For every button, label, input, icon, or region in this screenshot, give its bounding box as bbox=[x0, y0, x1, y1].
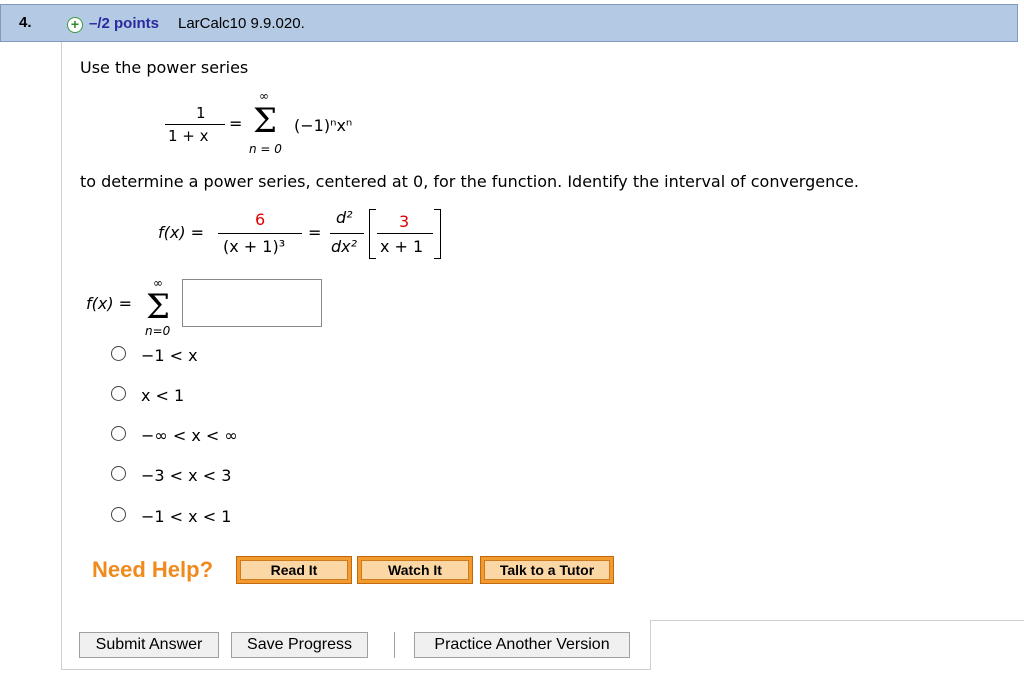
fx-denominator: (x + 1)³ bbox=[223, 237, 286, 256]
deriv-fraction-bar bbox=[330, 233, 364, 234]
submit-answer-button[interactable]: Submit Answer bbox=[79, 632, 219, 658]
option-label-1: −1 < x bbox=[141, 346, 198, 365]
option-radio-4[interactable] bbox=[111, 466, 126, 481]
instruction-text: to determine a power series, centered at… bbox=[80, 172, 859, 191]
option-radio-1[interactable] bbox=[111, 346, 126, 361]
given-denominator: 1 + x bbox=[168, 127, 209, 145]
talk-to-tutor-button[interactable]: Talk to a Tutor bbox=[480, 556, 614, 584]
option-label-3: −∞ < x < ∞ bbox=[141, 426, 238, 445]
fx-numerator: 6 bbox=[255, 210, 266, 229]
content-border-left bbox=[61, 42, 62, 670]
content-border-right bbox=[650, 620, 651, 670]
save-progress-button[interactable]: Save Progress bbox=[231, 632, 368, 658]
intro-text: Use the power series bbox=[80, 58, 249, 77]
content-border-top-right bbox=[650, 620, 1024, 621]
given-equals: = bbox=[229, 114, 243, 133]
option-radio-3[interactable] bbox=[111, 426, 126, 441]
option-radio-2[interactable] bbox=[111, 386, 126, 401]
answer-fx-label: f(x) = bbox=[86, 294, 133, 313]
expand-plus-icon[interactable]: + bbox=[67, 17, 83, 33]
fx-fraction-bar bbox=[218, 233, 302, 234]
option-radio-5[interactable] bbox=[111, 507, 126, 522]
talk-to-tutor-label: Talk to a Tutor bbox=[484, 560, 610, 580]
right-bracket bbox=[434, 209, 441, 259]
inner-fraction-bar bbox=[377, 233, 433, 234]
read-it-button[interactable]: Read It bbox=[236, 556, 352, 584]
answer-sigma-icon: Σ bbox=[146, 287, 171, 327]
answer-sigma-bottom: n=0 bbox=[145, 324, 171, 338]
question-header: 4. + –/2 points LarCalc10 9.9.020. bbox=[0, 4, 1018, 42]
given-sigma-bottom: n = 0 bbox=[249, 142, 282, 156]
watch-it-label: Watch It bbox=[361, 560, 469, 580]
inner-denominator: x + 1 bbox=[380, 237, 424, 256]
deriv-denominator: dx² bbox=[331, 237, 358, 256]
given-numerator: 1 bbox=[196, 104, 206, 122]
points-label: –/2 points bbox=[89, 15, 160, 32]
left-bracket bbox=[369, 209, 376, 259]
option-label-2: x < 1 bbox=[141, 386, 185, 405]
watch-it-button[interactable]: Watch It bbox=[357, 556, 473, 584]
deriv-numerator: d² bbox=[336, 208, 353, 227]
need-help-title: Need Help? bbox=[92, 557, 214, 582]
given-summand: (−1)ⁿxⁿ bbox=[294, 116, 353, 135]
question-number: 4. bbox=[19, 14, 32, 31]
read-it-label: Read It bbox=[240, 560, 348, 580]
practice-another-version-button[interactable]: Practice Another Version bbox=[414, 632, 630, 658]
action-separator bbox=[394, 632, 395, 658]
option-label-4: −3 < x < 3 bbox=[141, 466, 232, 485]
given-fraction-bar bbox=[165, 124, 225, 125]
series-answer-input[interactable] bbox=[182, 279, 322, 327]
question-id: LarCalc10 9.9.020. bbox=[178, 15, 305, 32]
fx-equals: = bbox=[308, 223, 322, 242]
fx-label: f(x) = bbox=[158, 223, 205, 242]
inner-numerator: 3 bbox=[399, 212, 410, 231]
given-sigma-icon: Σ bbox=[253, 101, 278, 141]
content-border-bottom bbox=[61, 669, 651, 670]
option-label-5: −1 < x < 1 bbox=[141, 507, 232, 526]
